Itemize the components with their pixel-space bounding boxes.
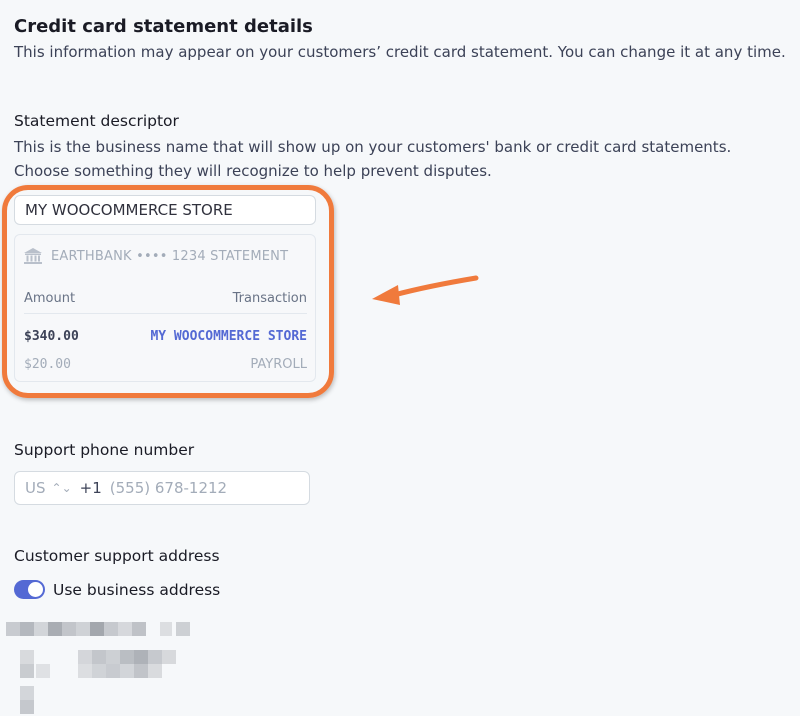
support-phone-field[interactable]: US ⌃⌄ +1 (555) 678-1212 (14, 471, 310, 505)
support-phone-label: Support phone number (14, 441, 195, 459)
customer-support-address-label: Customer support address (14, 547, 220, 565)
toggle-knob (28, 582, 43, 597)
toggle-label: Use business address (53, 580, 221, 599)
annotation-arrow-icon (372, 275, 479, 305)
use-business-address-row[interactable]: Use business address (14, 580, 220, 599)
redacted-address-image (6, 622, 190, 714)
chevron-updown-icon: ⌃⌄ (51, 481, 72, 495)
statement-descriptor-label: Statement descriptor (14, 112, 179, 130)
phone-placeholder: (555) 678-1212 (109, 479, 228, 497)
toggle-switch[interactable] (14, 580, 45, 599)
dial-code: +1 (79, 479, 102, 497)
section-subtitle: This information may appear on your cust… (14, 43, 786, 61)
section-title: Credit card statement details (14, 16, 313, 37)
country-select[interactable]: US (25, 479, 46, 497)
statement-descriptor-help: This is the business name that will show… (14, 138, 732, 180)
highlight-annotation (2, 185, 334, 398)
